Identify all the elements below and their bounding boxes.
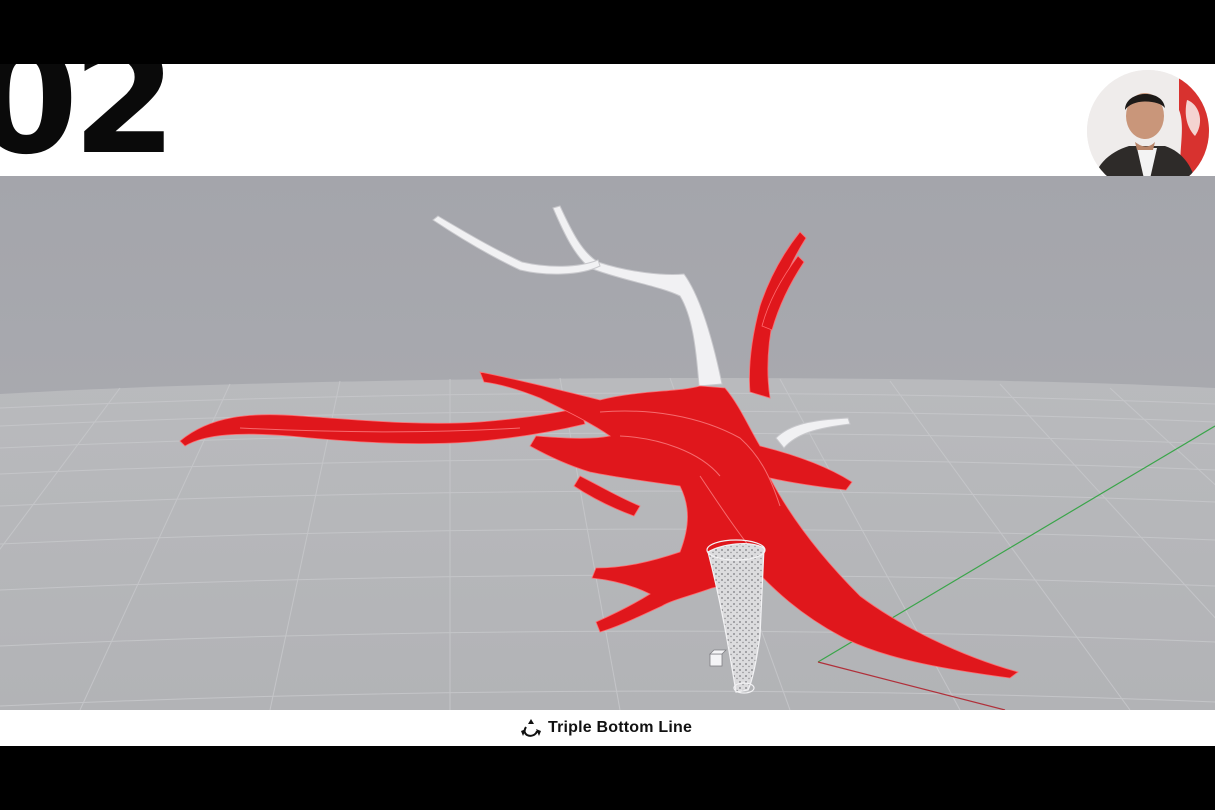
presenter-video[interactable] (1087, 70, 1209, 192)
slide-header: 02 (0, 64, 1215, 176)
slide-number: 02 (0, 64, 177, 176)
letterbox-bottom (0, 746, 1215, 810)
viewport-canvas (0, 176, 1215, 710)
brand-name: Triple Bottom Line (548, 719, 693, 736)
person-video-icon (1087, 70, 1209, 192)
3d-viewport[interactable] (0, 176, 1215, 710)
letterbox-top (0, 0, 1215, 64)
brand-logo: Triple Bottom Line (520, 718, 692, 738)
tbl-triangle-logo-icon (521, 719, 541, 737)
